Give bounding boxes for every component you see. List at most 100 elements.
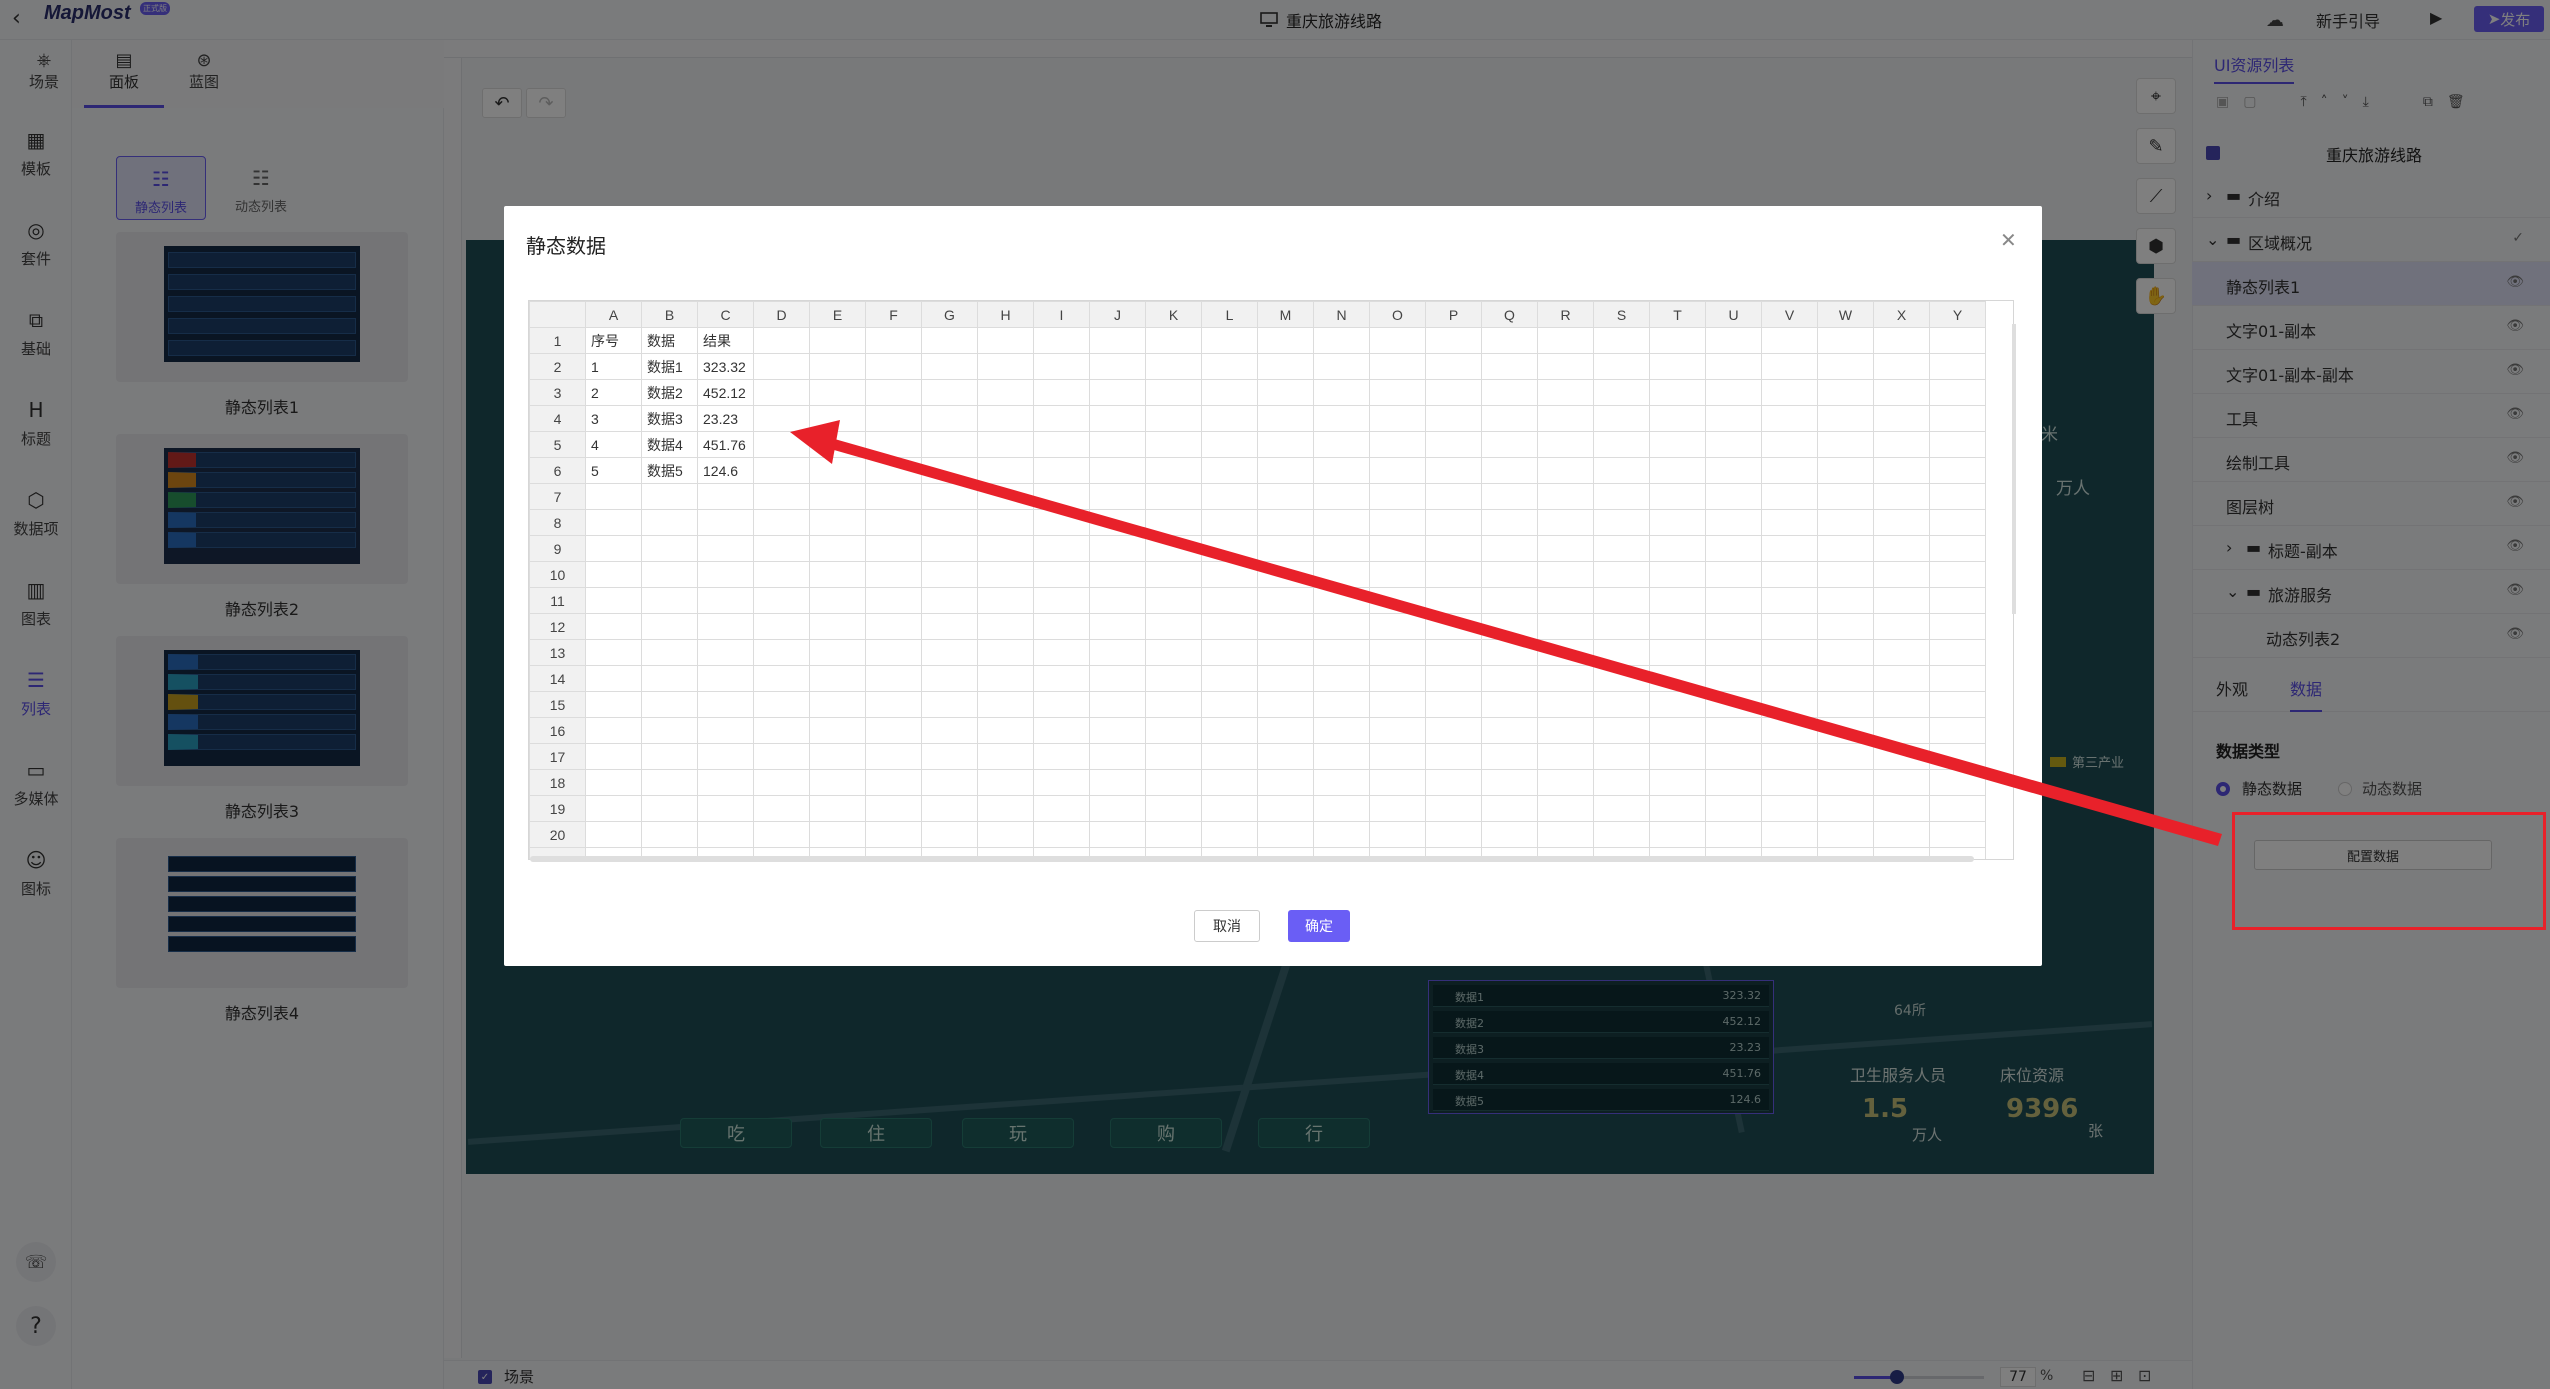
grid-cell[interactable] <box>1089 613 1146 640</box>
grid-cell[interactable] <box>1369 639 1426 666</box>
grid-cell[interactable] <box>1369 587 1426 614</box>
grid-cell[interactable] <box>1705 769 1762 796</box>
row-header[interactable]: 13 <box>529 639 586 666</box>
grid-cell[interactable]: 4 <box>585 431 642 458</box>
grid-cell[interactable] <box>1145 327 1202 354</box>
grid-cell[interactable] <box>1145 639 1202 666</box>
row-header[interactable]: 5 <box>529 431 586 458</box>
grid-cell[interactable] <box>1649 613 1706 640</box>
grid-cell[interactable] <box>1033 405 1090 432</box>
grid-cell[interactable] <box>1649 821 1706 848</box>
grid-cell[interactable] <box>1761 743 1818 770</box>
grid-cell[interactable] <box>1089 405 1146 432</box>
grid-cell[interactable] <box>1257 457 1314 484</box>
grid-cell[interactable] <box>1817 613 1874 640</box>
grid-cell[interactable] <box>865 483 922 510</box>
grid-cell[interactable] <box>1761 483 1818 510</box>
grid-cell[interactable] <box>1649 353 1706 380</box>
grid-cell[interactable] <box>1705 639 1762 666</box>
grid-cell[interactable] <box>1425 353 1482 380</box>
grid-cell[interactable] <box>1873 587 1930 614</box>
grid-cell[interactable] <box>1649 795 1706 822</box>
grid-cell[interactable] <box>977 379 1034 406</box>
grid-cell[interactable] <box>1257 431 1314 458</box>
grid-cell[interactable] <box>1873 483 1930 510</box>
column-header[interactable]: U <box>1705 301 1762 328</box>
grid-cell[interactable] <box>809 561 866 588</box>
grid-cell[interactable] <box>1537 639 1594 666</box>
column-header[interactable]: B <box>641 301 698 328</box>
grid-cell[interactable] <box>1537 587 1594 614</box>
grid-cell[interactable] <box>1817 561 1874 588</box>
grid-cell[interactable] <box>977 483 1034 510</box>
row-header[interactable]: 16 <box>529 717 586 744</box>
grid-cell[interactable] <box>977 431 1034 458</box>
grid-cell[interactable] <box>1145 795 1202 822</box>
grid-cell[interactable] <box>1369 821 1426 848</box>
grid-cell[interactable] <box>1481 561 1538 588</box>
grid-cell[interactable] <box>921 535 978 562</box>
grid-cell[interactable] <box>921 457 978 484</box>
grid-cell[interactable] <box>977 795 1034 822</box>
confirm-button[interactable]: 确定 <box>1288 910 1350 942</box>
row-header[interactable]: 14 <box>529 665 586 692</box>
grid-cell[interactable] <box>1033 587 1090 614</box>
grid-cell[interactable] <box>1089 743 1146 770</box>
grid-cell[interactable]: 323.32 <box>697 353 754 380</box>
grid-cell[interactable] <box>1481 821 1538 848</box>
grid-cell[interactable] <box>977 821 1034 848</box>
grid-cell[interactable] <box>921 665 978 692</box>
row-header[interactable]: 1 <box>529 327 586 354</box>
row-header[interactable]: 4 <box>529 405 586 432</box>
column-header[interactable]: P <box>1425 301 1482 328</box>
grid-cell[interactable] <box>1761 665 1818 692</box>
grid-cell[interactable] <box>1145 509 1202 536</box>
row-header[interactable]: 2 <box>529 353 586 380</box>
grid-cell[interactable] <box>1033 821 1090 848</box>
grid-cell[interactable] <box>1201 431 1258 458</box>
grid-cell[interactable] <box>697 483 754 510</box>
grid-cell[interactable] <box>753 431 810 458</box>
column-header[interactable]: O <box>1369 301 1426 328</box>
grid-cell[interactable] <box>1873 535 1930 562</box>
grid-cell[interactable] <box>1929 483 1986 510</box>
column-header[interactable]: S <box>1593 301 1650 328</box>
grid-cell[interactable] <box>1369 769 1426 796</box>
grid-cell[interactable] <box>1313 639 1370 666</box>
row-header[interactable]: 7 <box>529 483 586 510</box>
grid-cell[interactable] <box>1481 431 1538 458</box>
grid-cell[interactable] <box>1425 535 1482 562</box>
grid-cell[interactable] <box>1369 353 1426 380</box>
grid-cell[interactable] <box>585 717 642 744</box>
grid-cell[interactable]: 23.23 <box>697 405 754 432</box>
row-header[interactable]: 6 <box>529 457 586 484</box>
grid-cell[interactable] <box>1089 535 1146 562</box>
grid-cell[interactable] <box>1313 405 1370 432</box>
corner-cell[interactable] <box>529 301 586 328</box>
grid-cell[interactable] <box>1201 405 1258 432</box>
grid-cell[interactable] <box>1761 509 1818 536</box>
grid-cell[interactable] <box>865 379 922 406</box>
grid-cell[interactable] <box>1761 431 1818 458</box>
column-header[interactable]: R <box>1537 301 1594 328</box>
grid-cell[interactable] <box>641 613 698 640</box>
grid-cell[interactable] <box>1481 587 1538 614</box>
grid-cell[interactable] <box>977 691 1034 718</box>
grid-cell[interactable] <box>1313 743 1370 770</box>
column-header[interactable]: N <box>1313 301 1370 328</box>
grid-cell[interactable] <box>1761 691 1818 718</box>
grid-cell[interactable] <box>1145 743 1202 770</box>
grid-cell[interactable] <box>1201 665 1258 692</box>
grid-cell[interactable] <box>1033 613 1090 640</box>
grid-cell[interactable] <box>1089 561 1146 588</box>
column-header[interactable]: G <box>921 301 978 328</box>
grid-cell[interactable] <box>1369 561 1426 588</box>
grid-cell[interactable] <box>1705 483 1762 510</box>
grid-cell[interactable] <box>1649 431 1706 458</box>
grid-cell[interactable] <box>1425 717 1482 744</box>
grid-cell[interactable] <box>1425 769 1482 796</box>
grid-cell[interactable] <box>1817 327 1874 354</box>
grid-cell[interactable] <box>921 587 978 614</box>
grid-cell[interactable] <box>977 535 1034 562</box>
grid-cell[interactable] <box>753 769 810 796</box>
